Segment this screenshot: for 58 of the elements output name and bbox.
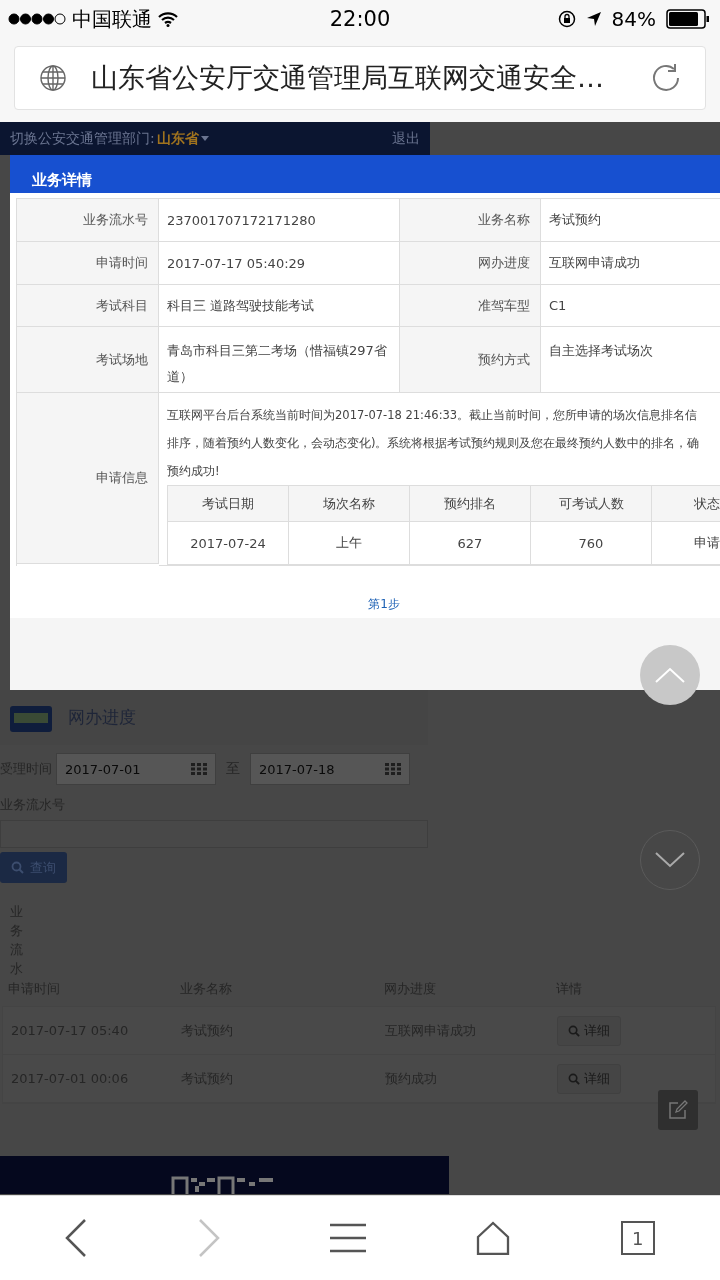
field-value: 互联网申请成功 xyxy=(541,242,720,285)
signal-icon xyxy=(8,13,66,25)
field-label: 申请时间 xyxy=(17,242,159,285)
info-text: 排序，随着预约人数变化，会动态变化)。系统将根据考试预约规则及您在最终预约人数中的排名，确 xyxy=(167,435,700,452)
table-cell: 上午 xyxy=(289,522,410,565)
column-header: 状态 xyxy=(652,486,720,522)
department-label: 切换公安交通管理部门: xyxy=(10,129,155,148)
date-field[interactable]: 2017-07-18 xyxy=(250,753,410,785)
address-bar[interactable]: 山东省公安厅交通管理局互联网交通安全… xyxy=(14,46,706,110)
forward-icon xyxy=(197,1219,220,1257)
battery-percent: 84% xyxy=(611,7,656,31)
calendar-icon[interactable] xyxy=(385,763,401,775)
back-icon xyxy=(65,1219,88,1257)
column-header: 场次名称 xyxy=(289,486,410,522)
menu-icon xyxy=(329,1223,366,1253)
column-header: 预约排名 xyxy=(410,486,531,522)
info-text: 预约成功! xyxy=(167,463,220,480)
field-label: 准驾车型 xyxy=(400,285,541,327)
province-dropdown[interactable]: 山东省 xyxy=(156,129,199,148)
calendar-icon[interactable] xyxy=(191,763,207,775)
table-cell: 2017-07-24 xyxy=(168,522,289,565)
chevron-up-icon xyxy=(655,667,685,683)
field-value: 考试预约 xyxy=(541,199,720,242)
chevron-down-icon xyxy=(655,852,685,868)
field-value: 自主选择考试场次 xyxy=(541,327,720,393)
date-field[interactable]: 2017-07-01 xyxy=(56,753,216,785)
rotation-lock-icon xyxy=(557,10,576,28)
carrier: 中国联通 xyxy=(72,5,152,33)
table-cell: 760 xyxy=(531,522,652,565)
logout-link[interactable]: 退出 xyxy=(392,129,420,148)
column-header: 考试日期 xyxy=(168,486,289,522)
edit-button[interactable] xyxy=(658,1090,698,1130)
column-header: 可考试人数 xyxy=(531,486,652,522)
field-label: 申请信息 xyxy=(17,393,159,564)
wifi-icon xyxy=(158,11,178,27)
step-link[interactable]: 第1步 xyxy=(368,596,400,613)
field-label: 考试科目 xyxy=(17,285,159,327)
home-icon xyxy=(476,1221,511,1255)
edit-icon xyxy=(668,1100,688,1120)
field-label: 网办进度 xyxy=(400,242,541,285)
location-arrow-icon xyxy=(585,11,602,27)
caret-icon xyxy=(200,136,209,141)
globe-icon xyxy=(39,64,67,92)
dialog-title: 业务详情 xyxy=(32,171,92,190)
search-icon xyxy=(11,861,24,874)
table-cell: 申请 xyxy=(652,522,720,565)
field-label: 业务名称 xyxy=(400,199,541,242)
battery-icon xyxy=(666,9,710,29)
search-icon xyxy=(568,1072,580,1085)
info-text: 互联网平台后台系统当前时间为2017-07-18 21:46:33。截止当前时间，您所申请的场次信息排名信 xyxy=(167,407,698,424)
table-cell: 627 xyxy=(410,522,531,565)
field-value: C1 xyxy=(541,285,720,327)
field-label: 业务流水号 xyxy=(17,199,159,242)
field-label: 预约方式 xyxy=(400,327,541,393)
search-icon xyxy=(568,1024,580,1037)
field-label: 考试场地 xyxy=(17,327,159,393)
page-title: 山东省公安厅交通管理局互联网交通安全… xyxy=(91,61,605,95)
clock: 22:00 xyxy=(329,7,391,31)
